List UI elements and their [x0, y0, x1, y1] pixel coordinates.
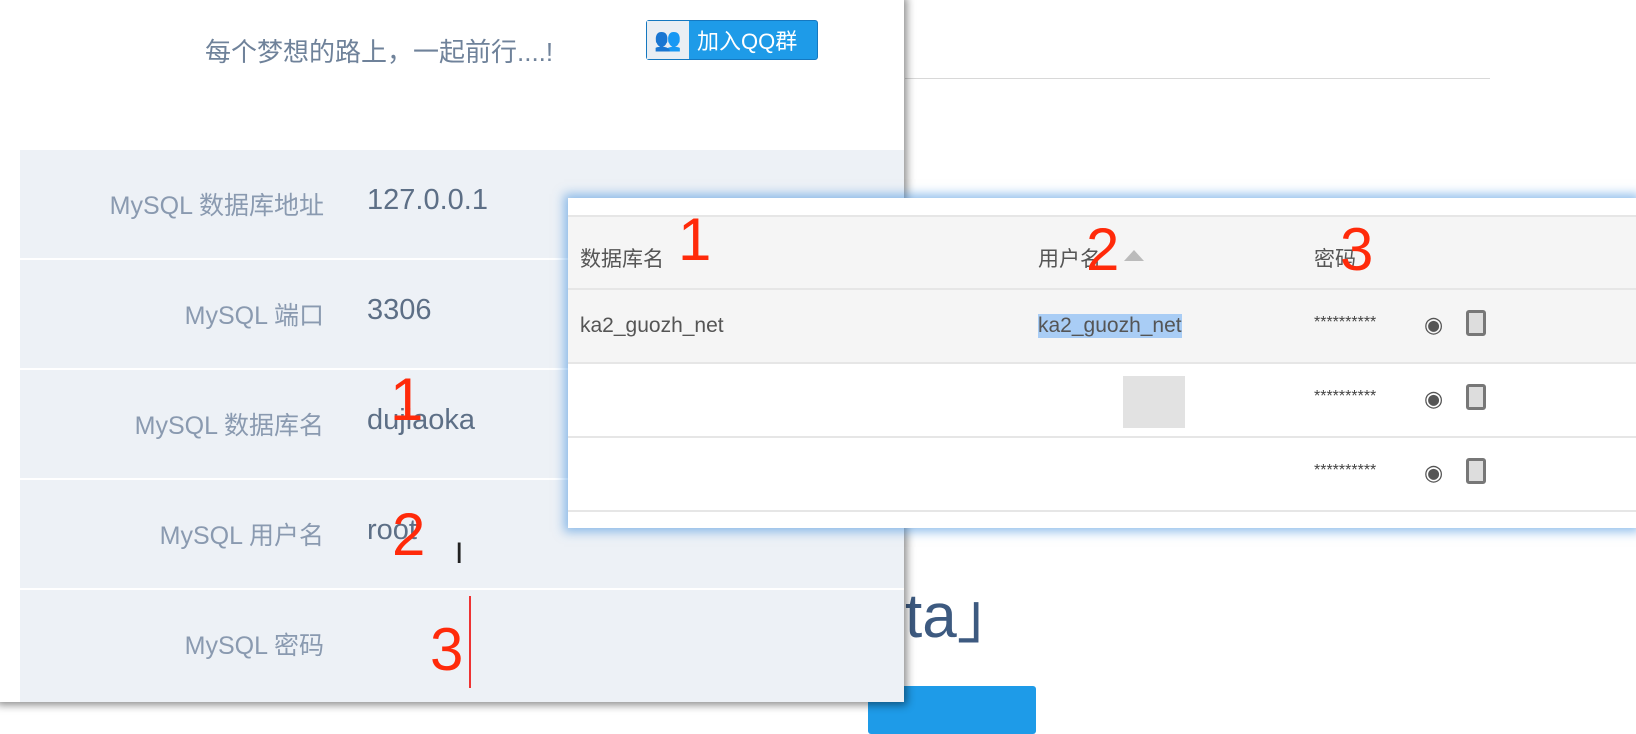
eye-icon[interactable]: ◉: [1424, 312, 1443, 338]
text-cursor-icon: I: [455, 537, 464, 570]
field-label: MySQL 端口: [184, 302, 324, 330]
username-cell[interactable]: ka2_guozh_net: [1038, 314, 1182, 338]
eye-icon[interactable]: ◉: [1424, 386, 1443, 412]
sort-ascending-icon[interactable]: [1124, 250, 1144, 261]
table-header: 数据库名 用户名 密码 1 2 3: [568, 206, 1636, 290]
copy-icon[interactable]: [1466, 310, 1486, 336]
redaction-blur: [1123, 376, 1185, 428]
field-label: MySQL 数据库名: [134, 412, 324, 440]
annotation-3: 3: [1340, 216, 1374, 283]
table-row: ka2_guozh_net ka2_guozh_net ********** ◉: [568, 290, 1636, 364]
annotation-3: 3: [430, 616, 464, 683]
annotation-2: 2: [1086, 216, 1120, 283]
background-divider: [905, 78, 1490, 79]
port-input[interactable]: 3306: [367, 294, 432, 327]
column-header-dbname[interactable]: 数据库名: [580, 243, 664, 273]
qq-button-label: 加入QQ群: [697, 29, 798, 54]
field-label: MySQL 用户名: [159, 522, 324, 550]
database-table-panel: 数据库名 用户名 密码 1 2 3 ka2_guozh_net ka2_guoz…: [568, 198, 1636, 528]
field-label: MySQL 密码: [184, 632, 324, 660]
input-caret: [469, 596, 471, 688]
field-label: MySQL 数据库地址: [109, 192, 324, 220]
annotation-1: 1: [678, 206, 712, 273]
copy-icon[interactable]: [1466, 384, 1486, 410]
table-row: ********** ◉: [568, 364, 1636, 438]
password-cell: **********: [1314, 388, 1377, 405]
dbname-cell: ka2_guozh_net: [580, 314, 724, 337]
host-input[interactable]: 127.0.0.1: [367, 184, 488, 217]
eye-icon[interactable]: ◉: [1424, 460, 1443, 486]
annotation-1: 1: [390, 366, 424, 433]
background-heading: ta」: [905, 582, 1019, 651]
password-cell: **********: [1314, 462, 1377, 479]
table-row: ********** ◉: [568, 438, 1636, 512]
join-qq-group-button[interactable]: 👥 加入QQ群: [646, 20, 818, 60]
qq-users-icon: 👥: [647, 21, 689, 59]
password-cell: **********: [1314, 314, 1377, 331]
annotation-2: 2: [392, 501, 426, 568]
copy-icon[interactable]: [1466, 458, 1486, 484]
slogan: 每个梦想的路上，一起前行....!: [205, 37, 554, 67]
